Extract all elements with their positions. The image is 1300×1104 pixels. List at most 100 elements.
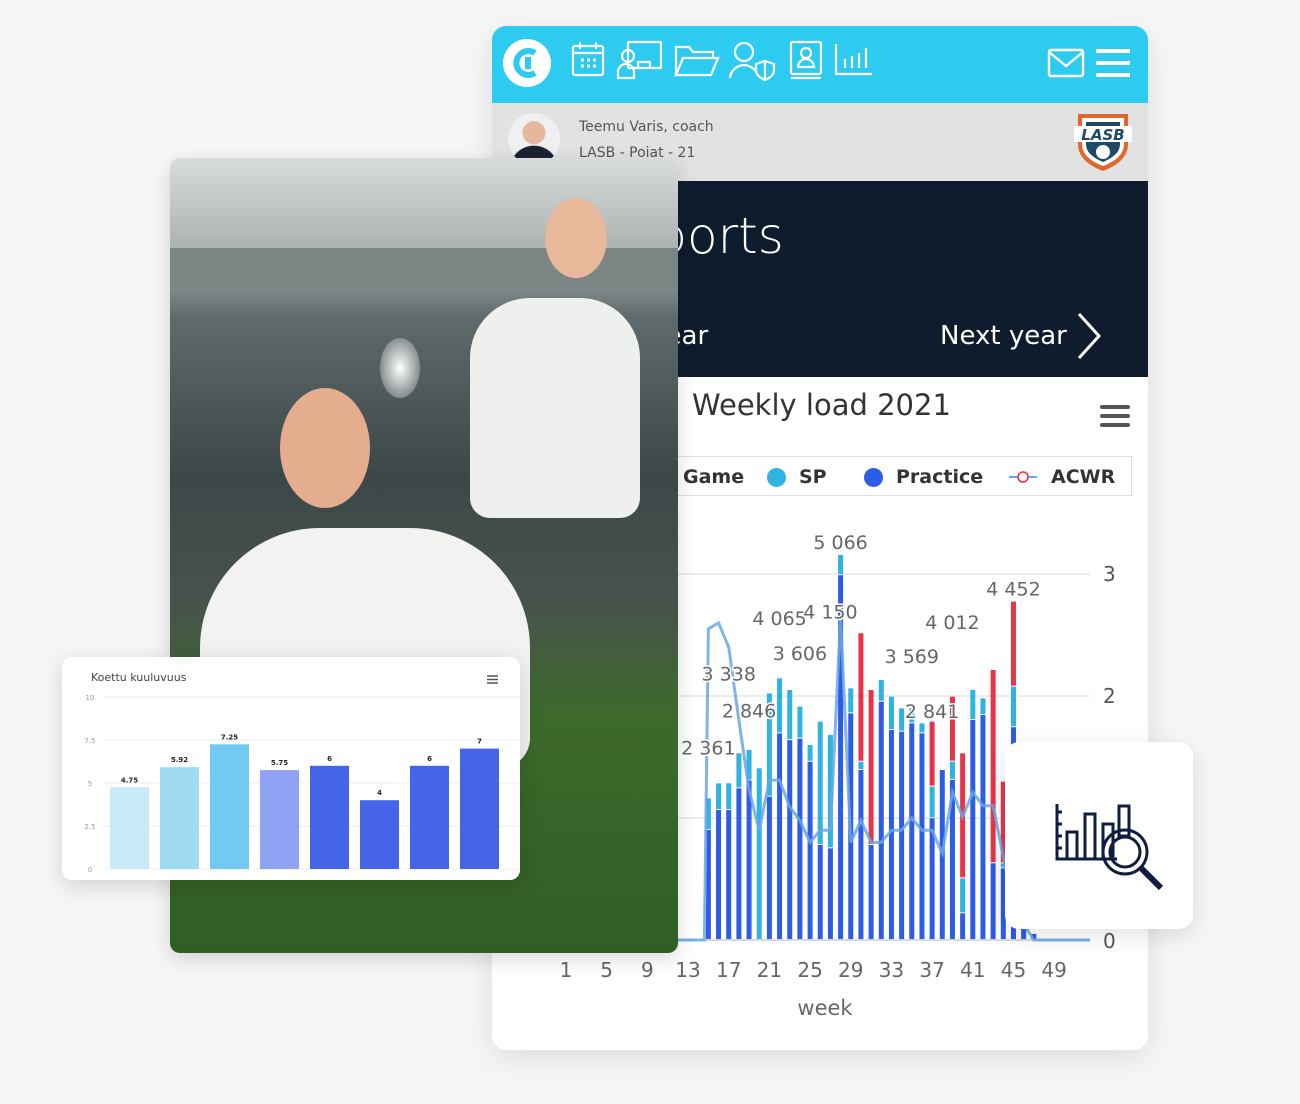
user-name: Teemu Varis, coach	[579, 119, 714, 135]
bar-practice-week-29	[848, 713, 854, 939]
data-label: 4 452	[986, 579, 1040, 601]
bar-sp-week-34	[899, 708, 905, 731]
bar-practice-week-27	[827, 848, 833, 939]
user-shield-icon[interactable]	[728, 40, 776, 82]
bar-practice-week-33	[888, 730, 894, 939]
bar-sp-week-23	[787, 689, 793, 740]
bar-value-label: 5.75	[271, 759, 288, 767]
bar-practice-week-16	[716, 810, 722, 939]
x-tick-label: 33	[878, 958, 905, 982]
bar-practice-week-24	[797, 738, 803, 939]
bar-sp-week-24	[797, 706, 803, 738]
data-label: 3 338	[702, 663, 756, 685]
bar-practice-week-19	[746, 780, 752, 939]
bar	[260, 770, 299, 869]
y-tick-label: 2.5	[84, 823, 95, 831]
x-tick-label: 41	[960, 958, 986, 982]
legend-acwr[interactable]: ACWR	[1051, 466, 1115, 488]
data-label: 4 065	[752, 608, 806, 630]
mail-icon[interactable]	[1047, 48, 1085, 78]
bar-value-label: 4.75	[121, 776, 138, 784]
bar-sp-week-15	[705, 798, 711, 830]
chart-title: Weekly load 2021	[692, 388, 951, 422]
next-year-label: Next year	[940, 321, 1067, 351]
bar-practice-week-34	[899, 731, 905, 939]
data-label: 2 846	[722, 701, 776, 723]
bar	[410, 765, 449, 869]
next-year-button[interactable]: Next year	[940, 312, 1102, 360]
bar-sp-week-28	[838, 554, 844, 575]
legend-sp[interactable]: SP	[799, 466, 827, 488]
bar-practice-week-36	[919, 733, 925, 939]
bar-practice-week-26	[817, 845, 823, 939]
data-label: 4 150	[803, 602, 857, 624]
y-tick-label: 7.5	[84, 737, 95, 745]
bar-practice-week-31	[868, 845, 874, 939]
club-logo: LASB	[1074, 114, 1132, 171]
legend-acwr-marker	[1009, 471, 1037, 483]
data-label: 2 841	[905, 701, 959, 723]
x-tick-label: 17	[715, 958, 742, 982]
bar-sp-week-27	[827, 735, 833, 848]
bar-practice-week-39	[949, 780, 955, 939]
y2-tick-2: 2	[1103, 684, 1116, 708]
bar-sp-week-35	[909, 708, 915, 723]
data-label: 2 361	[681, 738, 735, 760]
x-tick-label: 5	[600, 958, 614, 982]
y2-tick-3: 3	[1103, 562, 1116, 586]
chart-legend: Game SP Practice ACWR	[642, 456, 1132, 496]
data-label: 4 012	[925, 612, 979, 634]
x-tick-label: 45	[1000, 958, 1027, 982]
bar-sp-week-33	[888, 696, 894, 730]
bar-practice-week-17	[726, 810, 732, 939]
bar-game-week-39	[949, 696, 955, 761]
bar	[210, 744, 249, 869]
bar-chart-icon[interactable]	[834, 40, 874, 78]
app-logo-icon[interactable]	[502, 38, 552, 88]
bar-sp-week-30	[858, 761, 864, 769]
bar-sp-week-29	[848, 688, 854, 713]
x-tick-label: 25	[797, 958, 823, 982]
hamburger-menu-icon[interactable]	[1096, 48, 1130, 78]
bar-practice-week-22	[777, 733, 783, 939]
bar-sp-week-22	[777, 678, 783, 733]
bar-game-week-30	[858, 633, 864, 761]
bar-practice-week-41	[970, 719, 976, 939]
bar-practice-week-40	[960, 913, 966, 939]
bar	[360, 800, 399, 869]
profile-book-icon[interactable]	[788, 40, 824, 80]
bar-sp-week-19	[746, 750, 752, 780]
bar-sp-week-39	[949, 761, 955, 780]
bar-value-label: 6	[427, 755, 432, 763]
bar-sp-week-21	[766, 693, 772, 796]
bar-value-label: 4	[377, 789, 382, 797]
presentation-icon[interactable]	[616, 40, 664, 80]
bar-sp-week-17	[726, 783, 732, 810]
legend-game[interactable]: Game	[683, 466, 744, 488]
x-axis-title: week	[797, 996, 853, 1020]
bar-game-week-40	[960, 753, 966, 878]
chevron-right-icon	[1077, 312, 1102, 360]
bar-sp-week-45	[1010, 686, 1016, 727]
bar-practice-week-21	[766, 796, 772, 939]
bar-practice-week-23	[787, 740, 793, 939]
folder-icon[interactable]	[674, 44, 720, 78]
legend-practice[interactable]: Practice	[896, 466, 983, 488]
data-label: 3 569	[885, 646, 939, 668]
calendar-icon[interactable]	[570, 40, 606, 78]
x-tick-label: 13	[675, 958, 701, 982]
bar-practice-week-42	[980, 715, 986, 939]
bar-value-label: 5.92	[171, 756, 188, 764]
bar	[460, 748, 499, 869]
bar-sp-week-16	[716, 783, 722, 810]
x-tick-label: 1	[559, 958, 573, 982]
bar-sp-week-41	[970, 689, 976, 719]
perceived-hearing-chart-card: Koettu kuuluvuus 0 2.5 5 7.5 10 4.75 5.92 7.25 5…	[62, 657, 520, 880]
bar-sp-week-18	[736, 753, 742, 788]
bar-sp-week-32	[878, 680, 884, 701]
x-tick-label: 9	[640, 958, 654, 982]
bar-sp-week-42	[980, 698, 986, 715]
small-bar-chart: 0 2.5 5 7.5 10 4.75 5.92 7.25 5.75 6 4 6 7	[84, 694, 520, 874]
bar-practice-week-18	[736, 788, 742, 939]
chart-menu-icon[interactable]	[1100, 404, 1130, 428]
